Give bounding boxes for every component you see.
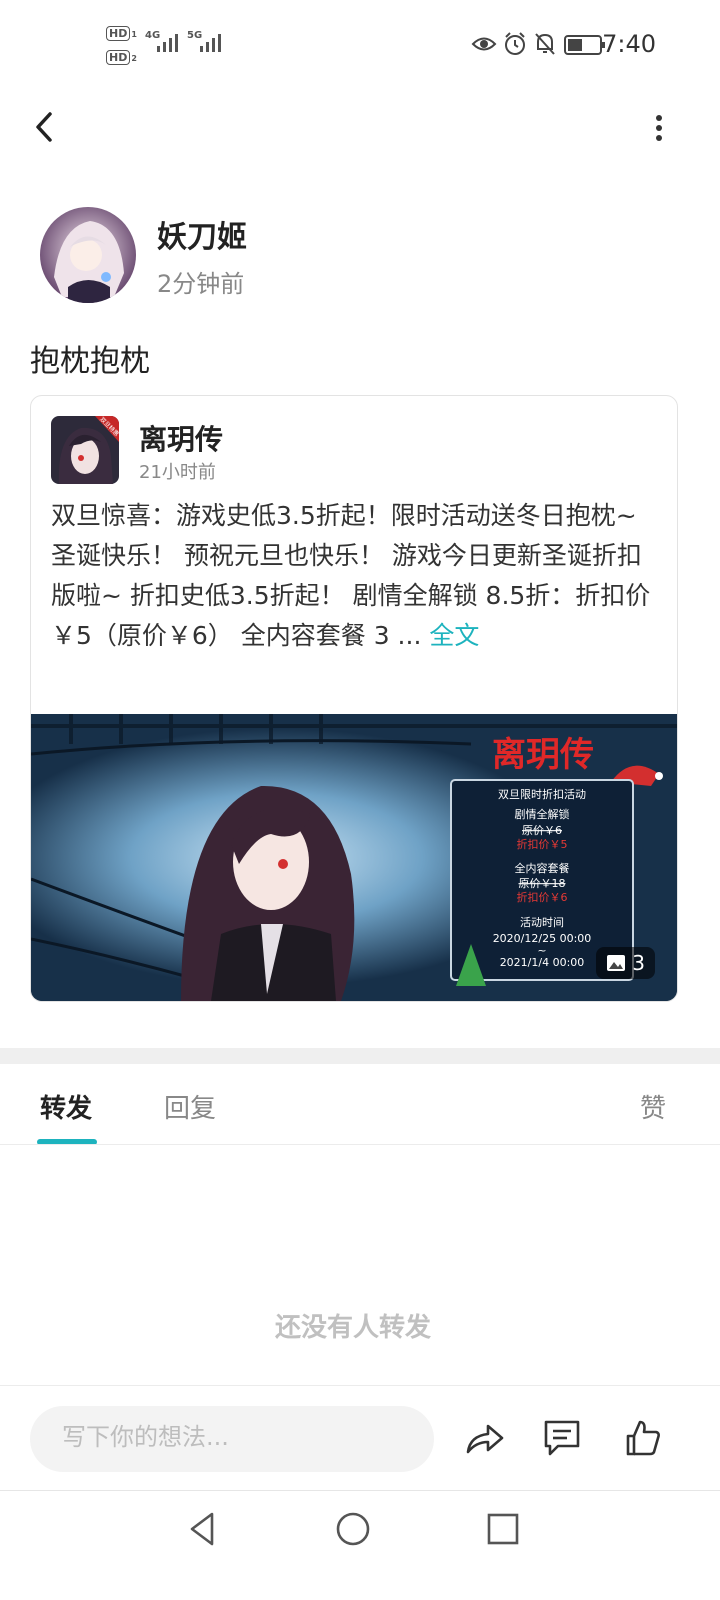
signal-icon bbox=[157, 34, 178, 52]
promo-item2: 全内容套餐 bbox=[515, 861, 570, 875]
author-name[interactable]: 妖刀姬 bbox=[157, 212, 247, 256]
section-divider bbox=[0, 1048, 720, 1064]
shared-post-image[interactable]: 离玥传 双旦限时折扣活动 剧情全解锁 原价￥6 折扣价￥5 全内容套餐 原价￥1… bbox=[31, 714, 677, 1001]
comment-input-wrapper[interactable] bbox=[30, 1406, 434, 1472]
promo-item1: 剧情全解锁 bbox=[515, 807, 570, 821]
hd1-indicator: HD 1 bbox=[106, 26, 137, 41]
eye-icon bbox=[471, 37, 497, 51]
promo-banner: 离玥传 双旦限时折扣活动 剧情全解锁 原价￥6 折扣价￥5 全内容套餐 原价￥1… bbox=[31, 714, 677, 1001]
shared-author-avatar[interactable]: 双旦特惠 bbox=[51, 416, 119, 484]
back-button[interactable] bbox=[28, 108, 68, 148]
comment-input[interactable] bbox=[60, 1422, 424, 1452]
bell-off-icon bbox=[535, 33, 555, 55]
promo-title: 双旦限时折扣活动 bbox=[498, 787, 586, 801]
tab-forward[interactable]: 转发 bbox=[40, 1088, 92, 1125]
post-time: 2分钟前 bbox=[157, 270, 245, 298]
post-text: 抱枕抱枕 bbox=[30, 344, 150, 379]
shared-post-card[interactable]: 双旦特惠 离玥传 21小时前 双旦惊喜：游戏史低3.5折起！限时活动送冬日抱枕~… bbox=[30, 395, 678, 1002]
author-avatar[interactable] bbox=[40, 207, 136, 303]
shared-post-line1: 双旦惊喜：游戏史低3.5折起！限时活动送冬日抱枕~ bbox=[51, 501, 637, 530]
banner-logo: 离玥传 bbox=[492, 735, 594, 775]
like-button[interactable] bbox=[620, 1416, 664, 1460]
promo-item2-sale: 折扣价￥6 bbox=[517, 890, 568, 904]
bottom-bar-divider bbox=[0, 1385, 720, 1386]
image-icon bbox=[606, 955, 625, 971]
avatar-illustration bbox=[40, 207, 136, 303]
share-button[interactable] bbox=[462, 1416, 506, 1460]
shared-post-body: 双旦惊喜：游戏史低3.5折起！限时活动送冬日抱枕~ 圣诞快乐！ 预祝元旦也快乐！… bbox=[51, 496, 659, 656]
shared-post-line2: 圣诞快乐！ 预祝元旦也快乐！ 游戏今日更新圣诞折扣版啦~ 折扣史低3.5折起！ … bbox=[51, 541, 651, 650]
hd2-indicator: HD 2 bbox=[106, 50, 137, 65]
empty-state-text: 还没有人转发 bbox=[274, 1313, 431, 1343]
nav-back-icon[interactable] bbox=[182, 1508, 224, 1550]
shared-post-time: 21小时前 bbox=[139, 462, 216, 483]
image-count: 3 bbox=[632, 951, 645, 975]
promo-item2-original: 原价￥18 bbox=[519, 877, 566, 890]
more-vertical-icon[interactable] bbox=[652, 112, 666, 144]
battery-icon bbox=[564, 35, 605, 55]
clock: 7:40 bbox=[602, 30, 656, 58]
full-text-link[interactable]: 全文 bbox=[429, 621, 479, 650]
status-bar: HD 1 HD 2 4G 5G 7:40 bbox=[0, 0, 720, 92]
nav-home-icon[interactable] bbox=[332, 1508, 374, 1550]
promo-period-label: 活动时间 bbox=[520, 916, 564, 929]
game-icon: 双旦特惠 bbox=[51, 416, 119, 484]
tab-reply[interactable]: 回复 bbox=[164, 1088, 216, 1125]
alarm-icon bbox=[505, 32, 525, 55]
nav-divider bbox=[0, 1490, 720, 1491]
promo-item1-original: 原价￥6 bbox=[522, 824, 562, 837]
image-count-badge: 3 bbox=[595, 947, 655, 979]
tab-like[interactable]: 赞 bbox=[640, 1088, 666, 1125]
tabs-divider bbox=[0, 1144, 720, 1145]
promo-period-end: 2021/1/4 00:00 bbox=[500, 956, 585, 969]
signal-icon bbox=[200, 34, 221, 52]
promo-item1-sale: 折扣价￥5 bbox=[517, 837, 568, 851]
nav-recents-icon[interactable] bbox=[482, 1508, 524, 1550]
comment-button[interactable] bbox=[540, 1416, 584, 1460]
shared-author-name[interactable]: 离玥传 bbox=[139, 418, 223, 458]
